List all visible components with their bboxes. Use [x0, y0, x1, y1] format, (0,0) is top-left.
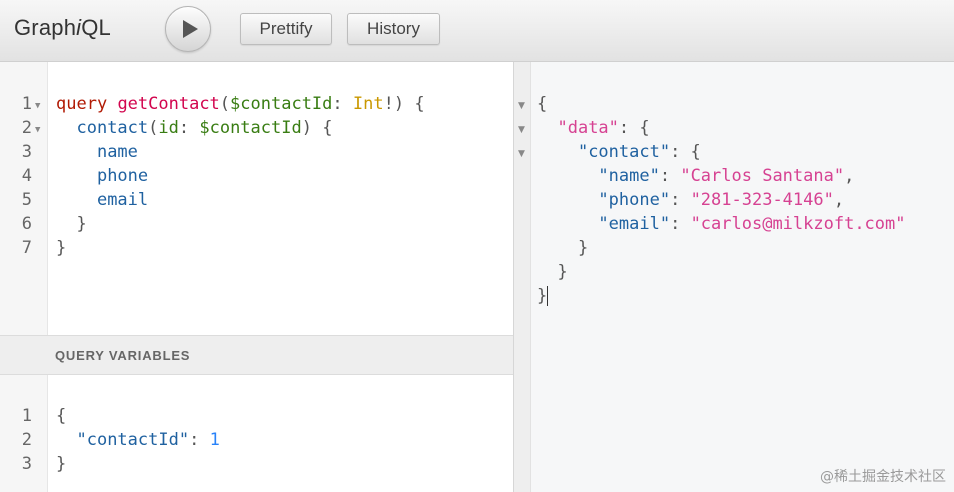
code-line: {	[56, 406, 67, 426]
fold-arrow-icon[interactable]: ▼	[518, 149, 525, 159]
play-icon	[183, 20, 198, 38]
line-number: 2	[21, 118, 32, 138]
result-line: {	[537, 94, 548, 114]
code-line: phone	[96, 166, 149, 186]
pane-resize-handle[interactable]: ▼ ▼ ▼	[513, 62, 531, 492]
query-variables-title: QUERY VARIABLES	[55, 348, 191, 363]
code-line: query getContact($contactId: Int!) {	[56, 94, 425, 114]
code-line: }	[56, 238, 67, 258]
line-number: 3	[21, 454, 32, 474]
line-number: 2	[21, 430, 32, 450]
query-variables-header[interactable]: QUERY VARIABLES	[0, 335, 513, 375]
line-gutter: 1 2 3 4 5 6 7 ▼ ▼	[0, 62, 48, 335]
result-line: }	[557, 262, 568, 282]
history-button[interactable]: History	[347, 13, 440, 45]
app-logo: GraphiQL	[14, 15, 111, 40]
fold-arrow-icon[interactable]: ▼	[35, 125, 40, 135]
result-line: "phone": "281-323-4146",	[598, 190, 845, 210]
line-number: 4	[21, 166, 32, 186]
line-number: 7	[21, 238, 32, 258]
code-line: contact(id: $contactId) {	[76, 118, 333, 138]
result-line: "data": {	[557, 118, 650, 138]
code-line: email	[96, 190, 149, 210]
line-number: 1	[21, 406, 32, 426]
code-line: name	[96, 142, 138, 162]
line-number: 6	[21, 214, 32, 234]
code-line: }	[56, 454, 67, 474]
variables-editor[interactable]: 1 2 3 { "contactId": 1 }	[0, 375, 513, 492]
line-gutter: 1 2 3	[0, 375, 48, 492]
fold-arrow-icon[interactable]: ▼	[518, 101, 525, 111]
line-number: 3	[21, 142, 32, 162]
line-number: 1	[21, 94, 32, 114]
toolbar: GraphiQL Prettify History	[0, 0, 954, 62]
fold-arrow-icon[interactable]: ▼	[35, 101, 40, 111]
query-editor[interactable]: 1 2 3 4 5 6 7 ▼ ▼ query getContact($cont…	[0, 62, 513, 335]
watermark: @稀土掘金技术社区	[820, 469, 946, 485]
result-line: }	[577, 238, 589, 258]
result-viewer: { "data": { "contact": { "name": "Carlos…	[531, 62, 954, 492]
result-line: "name": "Carlos Santana",	[598, 166, 855, 186]
line-number: 5	[21, 190, 32, 210]
code-line: }	[76, 214, 87, 234]
execute-query-button[interactable]	[165, 6, 211, 52]
fold-arrow-icon[interactable]: ▼	[518, 125, 525, 135]
result-line: "contact": {	[577, 142, 701, 162]
prettify-button[interactable]: Prettify	[240, 13, 332, 45]
result-line: }	[537, 286, 549, 306]
result-line: "email": "carlos@milkzoft.com"	[598, 214, 906, 234]
code-line: "contactId": 1	[76, 430, 220, 450]
text-cursor	[547, 286, 549, 306]
